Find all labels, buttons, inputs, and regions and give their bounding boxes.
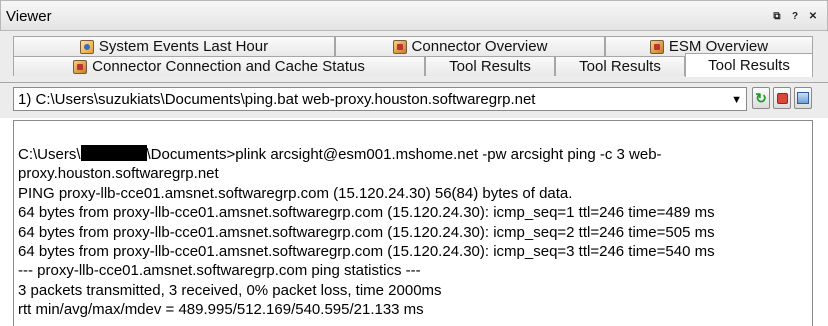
export-icon <box>797 92 809 104</box>
tab-tool-results-2[interactable]: Tool Results <box>555 56 685 76</box>
dashboard-icon <box>79 39 94 54</box>
tab-label: System Events Last Hour <box>98 38 269 55</box>
output-line: 3 packets transmitted, 3 received, 0% pa… <box>18 281 442 299</box>
chevron-down-icon[interactable]: ▼ <box>731 94 742 106</box>
output-line: 64 bytes from proxy-llb-cce01.amsnet.sof… <box>18 243 715 261</box>
tool-output[interactable]: C:\Users\ \Documents>plink arcsight@esm00… <box>13 120 813 326</box>
tab-connector-connection-cache-status[interactable]: Connector Connection and Cache Status <box>13 56 425 76</box>
tool-results-toolbar: 1) C:\Users\suzukiats\Documents\ping.bat… <box>0 82 828 118</box>
output-line: --- proxy-llb-cce01.amsnet.softwaregrp.c… <box>18 262 421 280</box>
tool-run-select[interactable]: 1) C:\Users\suzukiats\Documents\ping.bat… <box>13 87 747 111</box>
tab-label: Tool Results <box>449 58 531 75</box>
tab-connector-overview[interactable]: Connector Overview <box>335 36 605 56</box>
viewer-title: Viewer <box>6 8 52 25</box>
refresh-icon: ↻ <box>755 89 767 106</box>
tab-tool-results-1[interactable]: Tool Results <box>425 56 555 76</box>
output-line: rtt min/avg/max/mdev = 489.995/512.169/5… <box>18 301 424 319</box>
command-prefix: C:\Users\ <box>18 146 81 163</box>
window-controls: ⧉ ? ✕ <box>771 11 819 23</box>
output-line: 64 bytes from proxy-llb-cce01.amsnet.sof… <box>18 223 715 241</box>
tab-system-events-last-hour[interactable]: System Events Last Hour <box>13 36 335 56</box>
rerun-button[interactable]: ↻ <box>752 87 770 109</box>
tab-tool-results-3[interactable]: Tool Results <box>685 53 813 77</box>
close-icon[interactable]: ✕ <box>807 11 819 23</box>
tool-run-selected: 1) C:\Users\suzukiats\Documents\ping.bat… <box>18 91 536 108</box>
tab-strip: System Events Last Hour Connector Overvi… <box>0 31 828 82</box>
dashboard-icon <box>392 39 407 54</box>
stop-button[interactable] <box>773 87 791 109</box>
tab-label: Tool Results <box>579 58 661 75</box>
output-line: 64 bytes from proxy-llb-cce01.amsnet.sof… <box>18 204 715 222</box>
tab-label: Connector Overview <box>411 38 548 55</box>
export-button[interactable] <box>794 87 812 109</box>
tab-label: Tool Results <box>708 57 790 74</box>
stop-icon <box>776 92 788 104</box>
restore-icon[interactable]: ⧉ <box>771 11 783 23</box>
tab-label: Connector Connection and Cache Status <box>92 58 365 75</box>
dashboard-icon <box>649 39 664 54</box>
output-line: PING proxy-llb-cce01.amsnet.softwaregrp.… <box>18 184 573 202</box>
command-line: C:\Users\ \Documents>plink arcsight@esm00… <box>18 145 810 184</box>
dashboard-icon <box>73 59 88 74</box>
redacted-username <box>80 145 147 161</box>
help-icon[interactable]: ? <box>789 11 801 23</box>
viewer-titlebar: Viewer ⧉ ? ✕ <box>0 0 828 31</box>
